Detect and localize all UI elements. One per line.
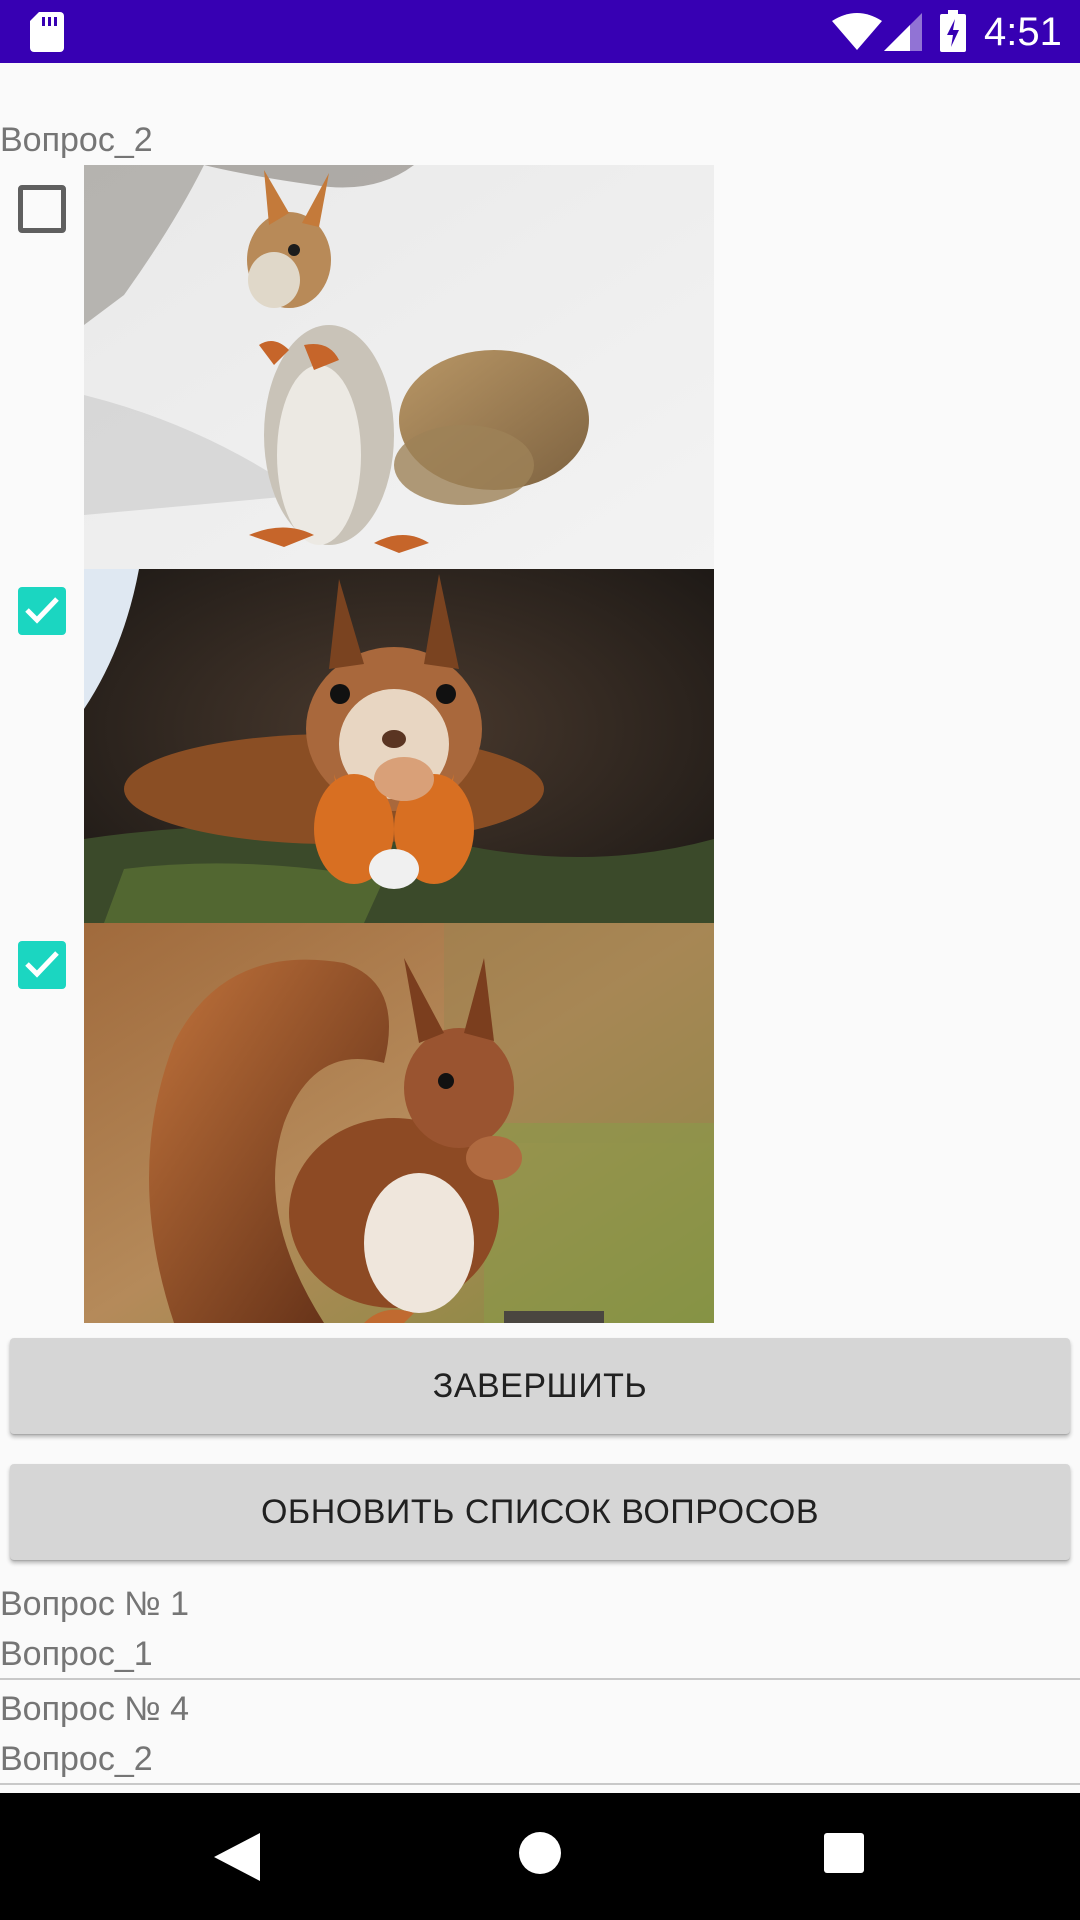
question-title: Вопрос_2 — [0, 121, 153, 159]
option-1-checkbox[interactable] — [18, 185, 66, 233]
option-2-image — [84, 569, 714, 923]
home-icon[interactable] — [518, 1831, 562, 1875]
refresh-questions-button[interactable]: ОБНОВИТЬ СПИСОК ВОПРОСОВ — [10, 1464, 1070, 1560]
back-icon[interactable] — [212, 1831, 262, 1883]
recents-icon[interactable] — [824, 1833, 864, 1873]
check-icon — [25, 597, 59, 624]
question-number: Вопрос № 1 — [0, 1585, 190, 1623]
answer-option-1 — [0, 165, 720, 569]
check-icon — [25, 951, 59, 978]
battery-charging-icon — [940, 10, 966, 52]
option-3-image — [84, 923, 714, 1323]
question-list-item[interactable]: Вопрос № 1 Вопрос_1 — [0, 1576, 1080, 1680]
finish-button[interactable]: ЗАВЕРШИТЬ — [10, 1338, 1070, 1434]
status-bar: 4:51 — [0, 0, 1080, 63]
answer-option-2 — [0, 569, 720, 923]
cell-signal-icon — [884, 13, 922, 51]
option-3-checkbox[interactable] — [18, 941, 66, 989]
question-name: Вопрос_1 — [0, 1635, 153, 1673]
option-2-checkbox[interactable] — [18, 587, 66, 635]
list-divider — [0, 1783, 1080, 1785]
question-list-item[interactable]: Вопрос № 4 Вопрос_2 — [0, 1681, 1080, 1785]
sd-card-icon — [30, 12, 64, 52]
list-divider — [0, 1678, 1080, 1680]
answer-option-3 — [0, 923, 720, 1323]
status-time: 4:51 — [984, 10, 1062, 54]
navigation-bar — [0, 1793, 1080, 1920]
option-1-image — [84, 165, 714, 569]
question-number: Вопрос № 4 — [0, 1690, 190, 1728]
question-name: Вопрос_2 — [0, 1740, 153, 1778]
wifi-icon — [832, 13, 882, 50]
